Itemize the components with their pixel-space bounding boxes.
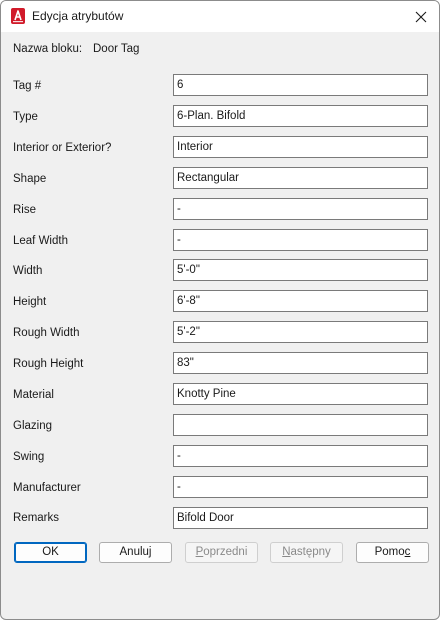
block-name-label: Nazwa bloku: — [13, 43, 83, 55]
attribute-label-glazing: Glazing — [13, 420, 52, 432]
help-button-accelerator: c — [404, 546, 411, 558]
help-button-label: Pomo — [374, 546, 405, 558]
attribute-label-tag: Tag # — [13, 80, 42, 92]
attribute-input-tag[interactable] — [173, 74, 428, 96]
close-icon — [415, 11, 427, 23]
attribute-label-interior-exterior: Interior or Exterior? — [13, 142, 112, 154]
attribute-input-width[interactable] — [173, 259, 428, 281]
attribute-label-swing: Swing — [13, 451, 45, 463]
attribute-input-type[interactable] — [173, 105, 428, 127]
attribute-label-manufacturer: Manufacturer — [13, 482, 81, 494]
attribute-label-rough-height: Rough Height — [13, 358, 84, 370]
attribute-input-remarks[interactable] — [173, 507, 428, 529]
previous-button[interactable]: Poprzedni — [185, 542, 258, 563]
attribute-label-leaf-width: Leaf Width — [13, 235, 68, 247]
attribute-input-height[interactable] — [173, 290, 428, 312]
block-name-value: Door Tag — [93, 43, 140, 55]
ok-button[interactable]: OK — [14, 542, 87, 563]
previous-button-label-rest: oprzedni — [203, 546, 248, 558]
attribute-input-interior-exterior[interactable] — [173, 136, 428, 158]
dialog-content: Nazwa bloku: Door Tag Tag # Type Interio… — [1, 32, 439, 619]
attribute-label-rough-width: Rough Width — [13, 327, 80, 339]
attribute-label-height: Height — [13, 296, 47, 308]
attribute-input-rough-width[interactable] — [173, 321, 428, 343]
attribute-label-rise: Rise — [13, 204, 37, 216]
attribute-input-material[interactable] — [173, 383, 428, 405]
attribute-input-shape[interactable] — [173, 167, 428, 189]
attribute-input-glazing[interactable] — [173, 414, 428, 436]
help-button[interactable]: Pomoc — [356, 542, 429, 563]
attribute-label-type: Type — [13, 111, 38, 123]
title-bar: Edycja atrybutów — [1, 1, 439, 32]
next-button-label-rest: astępny — [290, 546, 331, 558]
dialog-title: Edycja atrybutów — [32, 9, 124, 23]
attribute-input-rough-height[interactable] — [173, 352, 428, 374]
attribute-label-shape: Shape — [13, 173, 47, 185]
close-button[interactable] — [409, 6, 433, 28]
edit-attributes-dialog: Edycja atrybutów Nazwa bloku: Door Tag T… — [0, 0, 440, 620]
attribute-label-material: Material — [13, 389, 54, 401]
attribute-input-leaf-width[interactable] — [173, 229, 428, 251]
attribute-input-swing[interactable] — [173, 445, 428, 467]
attribute-input-rise[interactable] — [173, 198, 428, 220]
autocad-a-icon — [11, 8, 25, 24]
attribute-label-width: Width — [13, 265, 43, 277]
next-button[interactable]: Następny — [270, 542, 343, 563]
attribute-input-manufacturer[interactable] — [173, 476, 428, 498]
cancel-button[interactable]: Anuluj — [99, 542, 172, 563]
attribute-label-remarks: Remarks — [13, 512, 60, 524]
next-button-accelerator: N — [282, 546, 291, 558]
